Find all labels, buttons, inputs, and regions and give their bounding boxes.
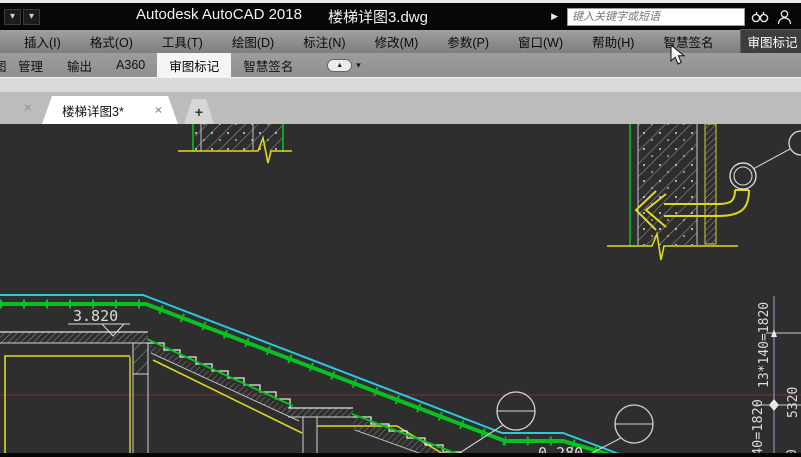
bracket-elbow-yellow [718,190,749,216]
nosing-line-green [147,339,293,406]
ribbon-tab-manage[interactable]: 管理 [6,53,55,77]
qat-dropdown-icon[interactable]: ▾ [4,9,21,25]
quick-access-toolbar: ▾ ▾ [0,9,118,25]
leader-line [753,149,790,169]
canvas-bottom-edge [0,453,801,457]
new-tab-button[interactable]: + [184,99,214,124]
ribbon-collapse-control: ▲ ▾ [327,53,360,77]
menu-insert[interactable]: 插入(I) [22,29,63,54]
window-title: Autodesk AutoCAD 2018 楼梯详图3.dwg [136,6,428,27]
ribbon-collapse-button[interactable]: ▲ [327,59,352,72]
title-bar: ▾ ▾ Autodesk AutoCAD 2018 楼梯详图3.dwg ▶ [0,3,801,30]
menu-format[interactable]: 格式(O) [88,29,135,54]
background-tab-close-icon[interactable]: × [24,100,32,115]
search-input[interactable] [567,8,745,26]
stair-detail-drawing: 3.820 [0,124,801,457]
file-tab-close-icon[interactable]: × [155,103,162,117]
menu-parametric[interactable]: 参数(P) [445,29,491,54]
ribbon-panel-strip [0,77,801,92]
autocad-window: ▾ ▾ Autodesk AutoCAD 2018 楼梯详图3.dwg ▶ [0,0,801,457]
qat-menu-icon[interactable]: ▾ [23,9,40,25]
document-title: 楼梯详图3.dwg [328,6,428,27]
drawing-canvas[interactable]: 3.820 [0,124,801,457]
waist-soffit-line [151,353,299,421]
level-value-upper: 3.820 [73,307,118,325]
signin-user-icon[interactable] [775,8,793,26]
ribbon-collapse-caret-icon[interactable]: ▾ [356,60,361,71]
file-tab-active[interactable]: 楼梯详图3* × [42,96,178,124]
dim-diamond-tick [769,399,779,411]
detail-callout-a[interactable] [458,392,535,454]
detail-callout-b[interactable] [588,405,653,455]
menu-dimension[interactable]: 标注(N) [301,29,347,54]
upper-landing-slab[interactable] [0,332,148,454]
menu-draw[interactable]: 绘图(D) [230,29,276,54]
callout-circle-clipped [789,131,801,155]
ribbon-tab-output[interactable]: 输出 [55,53,104,77]
handrail-green-ticks [0,304,618,457]
stair-flight-1[interactable] [147,339,299,421]
wall-section-left[interactable] [178,124,292,163]
menu-window[interactable]: 窗口(W) [516,29,565,54]
menu-review-mark[interactable]: 审图标记 [740,29,801,54]
menu-tools[interactable]: 工具(T) [160,29,205,54]
search-binoculars-icon[interactable] [751,8,769,26]
infocenter-search: ▶ [548,8,801,26]
menu-help[interactable]: 帮助(H) [590,29,636,54]
menu-modify[interactable]: 修改(M) [373,29,421,54]
dim-text-total: 5320 [786,387,801,418]
dim-text-flight-upper: 13*140=1820 [757,302,772,388]
app-title: Autodesk AutoCAD 2018 [136,6,302,27]
right-dimensions[interactable]: 13*140=1820 40=1820 5320 0 [750,296,801,457]
ribbon-tab-smart-sign[interactable]: 智慧签名 [231,53,305,77]
handrail-green [0,304,618,457]
handrail-tube-inner [734,167,752,185]
wall-section-right[interactable] [607,124,738,260]
mouse-cursor [670,44,686,66]
ribbon-tab-a360[interactable]: A360 [104,53,157,77]
dim-text-flight-lower: 40=1820 [750,399,766,456]
file-tab-bar: × 楼梯详图3* × + [0,92,801,124]
ribbon-tab-review-mark[interactable]: 审图标记 [157,53,231,77]
search-expander-icon[interactable]: ▶ [548,9,561,24]
file-tab-label: 楼梯详图3* [62,101,124,120]
